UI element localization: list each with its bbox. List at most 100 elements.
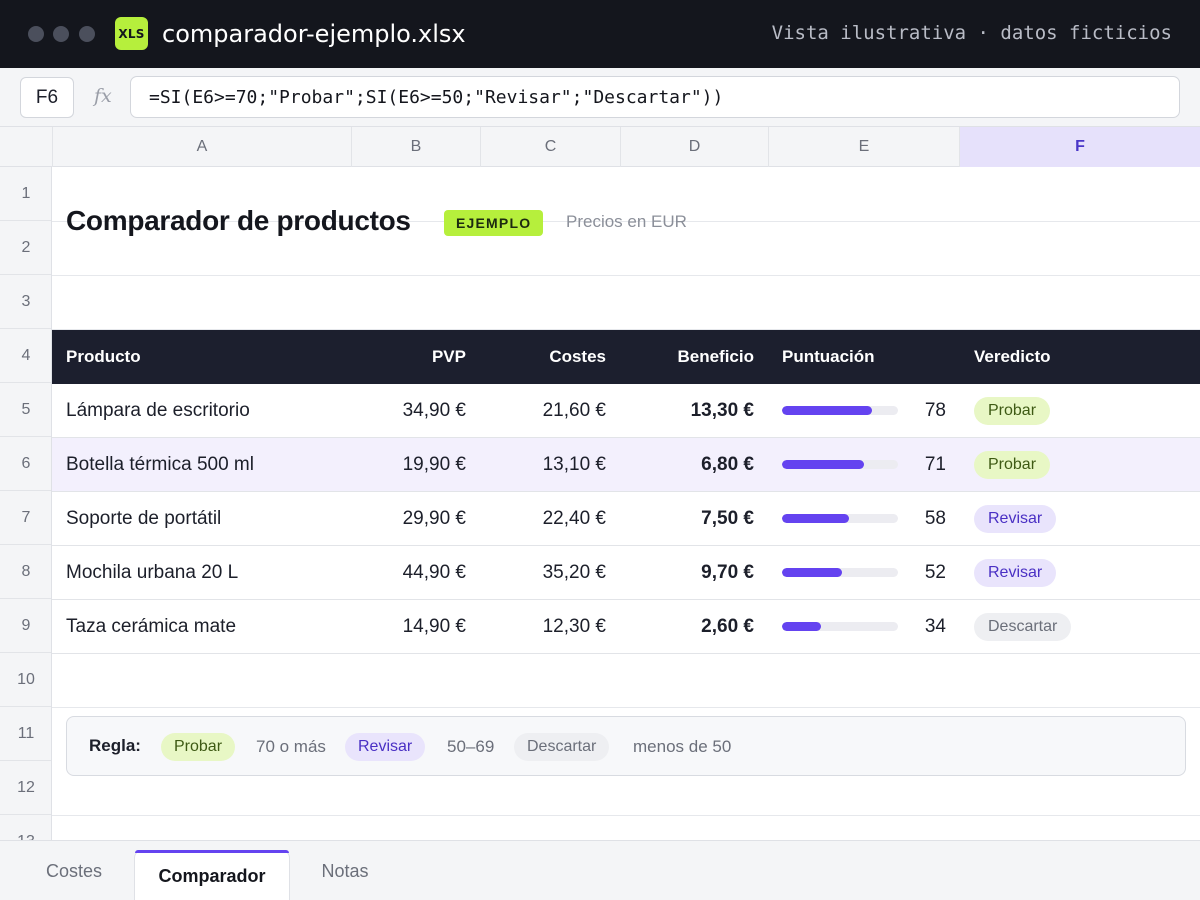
header-costes[interactable]: Costes [480,330,606,384]
header-pvp[interactable]: PVP [351,330,466,384]
example-badge: EJEMPLO [444,210,544,236]
cell-producto[interactable]: Botella térmica 500 ml [66,438,254,492]
score-bar [782,622,898,631]
sheet-tabs: Costes Comparador Notas [0,840,1200,900]
cell-reference-box[interactable]: F6 [20,77,74,118]
tab-notas[interactable]: Notas [302,841,388,900]
score-bar-fill [782,622,822,631]
rule-label: Regla: [89,736,141,755]
rule-revisar-range: 50–69 [447,737,495,756]
formula-input[interactable]: =SI(E6>=70;"Probar";SI(E6>=50;"Revisar";… [130,76,1180,118]
row-number[interactable]: 3 [0,275,51,329]
cell-score[interactable]: 58 [906,492,946,546]
table-row[interactable]: Botella térmica 500 ml 19,90 € 13,10 € 6… [52,438,1200,492]
window-maximize-dot[interactable] [79,26,95,42]
score-bar-fill [782,460,865,469]
table-row[interactable]: Soporte de portátil 29,90 € 22,40 € 7,50… [52,492,1200,546]
header-producto[interactable]: Producto [66,330,141,384]
verdict-badge[interactable]: Revisar [974,505,1057,533]
grid-line [52,275,1200,276]
row-number[interactable]: 1 [0,167,51,221]
row-number[interactable]: 11 [0,707,51,761]
file-name: comparador-ejemplo.xlsx [162,20,466,48]
score-bar-fill [782,514,850,523]
grid-line [52,707,1200,708]
column-header-a[interactable]: A [52,127,351,167]
score-bar-fill [782,406,873,415]
cell-producto[interactable]: Soporte de portátil [66,492,221,546]
tab-costes[interactable]: Costes [28,841,120,900]
verdict-badge[interactable]: Probar [974,451,1051,479]
formula-bar: F6 fx =SI(E6>=70;"Probar";SI(E6>=50;"Rev… [0,68,1200,127]
window-close-dot[interactable] [28,26,44,42]
column-header-d[interactable]: D [620,127,768,167]
cell-costes[interactable]: 22,40 € [480,492,606,546]
illustrative-note: Vista ilustrativa · datos ficticios [771,22,1172,44]
cell-score[interactable]: 34 [906,600,946,654]
row-number[interactable]: 8 [0,545,51,599]
cell-pvp[interactable]: 14,90 € [351,600,466,654]
verdict-rule-legend: Regla: Probar 70 o más Revisar 50–69 Des… [66,716,1186,776]
rule-descartar-pill: Descartar [514,733,610,761]
xls-app-icon: XLS [115,17,148,50]
cell-beneficio[interactable]: 7,50 € [620,492,754,546]
cell-producto[interactable]: Lámpara de escritorio [66,384,250,438]
row-number[interactable]: 4 [0,329,51,383]
score-bar [782,568,898,577]
rule-revisar-pill: Revisar [345,733,426,761]
verdict-badge[interactable]: Descartar [974,613,1072,641]
row-number[interactable]: 13 [0,815,51,841]
title-bar: XLS comparador-ejemplo.xlsx Vista ilustr… [0,0,1200,68]
cell-score[interactable]: 52 [906,546,946,600]
cell-producto[interactable]: Taza cerámica mate [66,600,236,654]
cell-costes[interactable]: 13,10 € [480,438,606,492]
cell-pvp[interactable]: 44,90 € [351,546,466,600]
cell-beneficio[interactable]: 9,70 € [620,546,754,600]
fx-icon: fx [94,85,112,107]
rule-probar-range: 70 o más [256,737,326,756]
table-row[interactable]: Taza cerámica mate 14,90 € 12,30 € 2,60 … [52,600,1200,654]
cell-pvp[interactable]: 34,90 € [351,384,466,438]
row-number[interactable]: 12 [0,761,51,815]
rule-probar-pill: Probar [161,733,236,761]
grid-line [52,815,1200,816]
cell-beneficio[interactable]: 6,80 € [620,438,754,492]
cell-costes[interactable]: 35,20 € [480,546,606,600]
verdict-badge[interactable]: Revisar [974,559,1057,587]
row-number[interactable]: 7 [0,491,51,545]
table-row[interactable]: Lámpara de escritorio 34,90 € 21,60 € 13… [52,384,1200,438]
cell-pvp[interactable]: 29,90 € [351,492,466,546]
score-bar [782,406,898,415]
score-bar [782,514,898,523]
header-beneficio[interactable]: Beneficio [620,330,754,384]
cell-producto[interactable]: Mochila urbana 20 L [66,546,238,600]
cell-score[interactable]: 78 [906,384,946,438]
select-all-corner[interactable] [0,127,52,167]
column-header-b[interactable]: B [351,127,480,167]
column-headers: A B C D E F [0,127,1200,167]
cell-costes[interactable]: 12,30 € [480,600,606,654]
column-header-f[interactable]: F [959,127,1200,167]
score-bar [782,460,898,469]
row-numbers: 1 2 3 4 5 6 7 8 9 10 11 12 13 [0,167,52,840]
currency-subtitle: Precios en EUR [566,212,687,231]
row-number[interactable]: 10 [0,653,51,707]
verdict-badge[interactable]: Probar [974,397,1051,425]
row-number[interactable]: 2 [0,221,51,275]
column-header-c[interactable]: C [480,127,620,167]
row-number[interactable]: 9 [0,599,51,653]
window-minimize-dot[interactable] [53,26,69,42]
column-header-e[interactable]: E [768,127,959,167]
row-number[interactable]: 5 [0,383,51,437]
rule-descartar-range: menos de 50 [633,737,732,756]
table-row[interactable]: Mochila urbana 20 L 44,90 € 35,20 € 9,70… [52,546,1200,600]
cell-costes[interactable]: 21,60 € [480,384,606,438]
cell-beneficio[interactable]: 2,60 € [620,600,754,654]
header-veredicto[interactable]: Veredicto [974,330,1051,384]
header-puntuacion[interactable]: Puntuación [782,330,875,384]
row-number[interactable]: 6 [0,437,51,491]
tab-comparador[interactable]: Comparador [134,850,290,900]
cell-score[interactable]: 71 [906,438,946,492]
cell-pvp[interactable]: 19,90 € [351,438,466,492]
cell-beneficio[interactable]: 13,30 € [620,384,754,438]
